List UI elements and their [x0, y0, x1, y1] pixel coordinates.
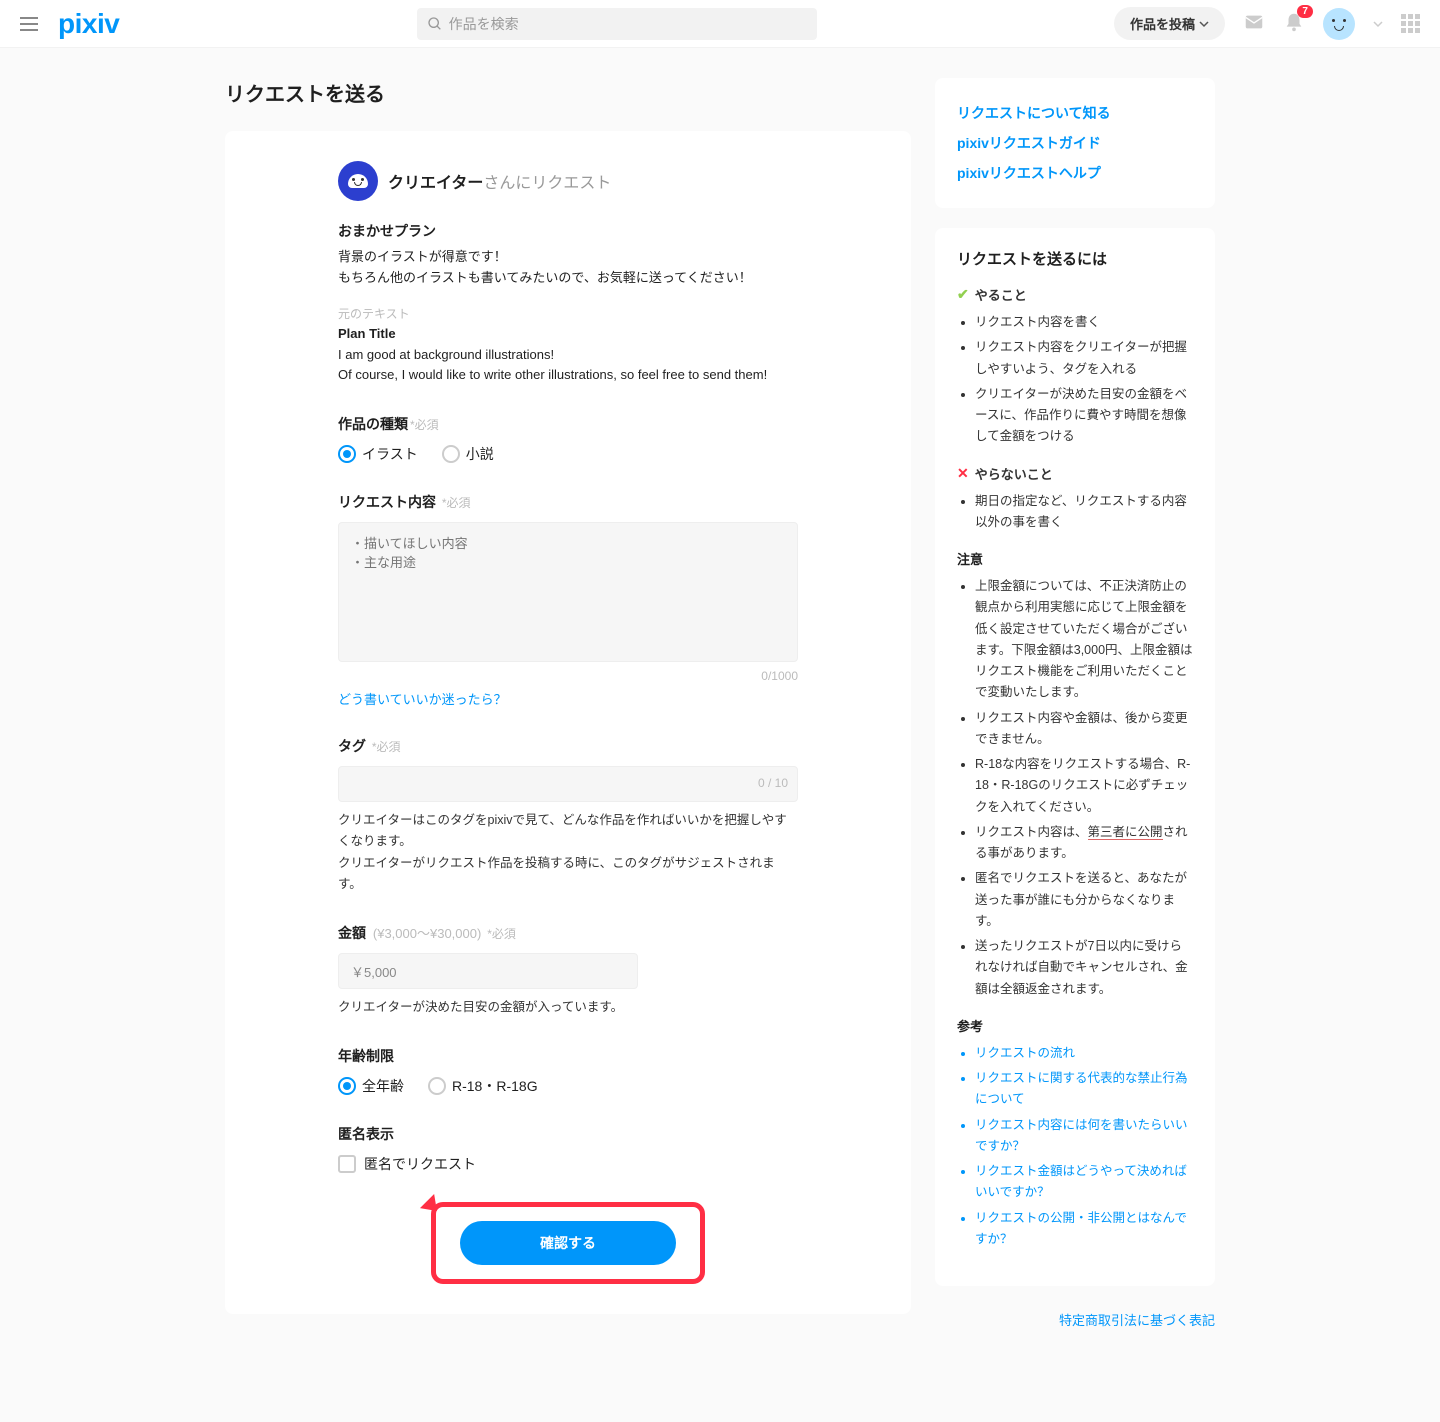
creator-avatar	[338, 161, 378, 201]
apps-icon[interactable]	[1401, 14, 1420, 33]
arrow-pointer-icon	[420, 1194, 444, 1218]
sidebar-link-help[interactable]: pixivリクエストヘルプ	[957, 158, 1193, 188]
radio-illust[interactable]: イラスト	[338, 444, 418, 464]
checkbox-box-icon	[338, 1155, 356, 1173]
list-item: リクエスト内容を書く	[975, 312, 1193, 333]
post-button-label: 作品を投稿	[1130, 14, 1195, 33]
age-restriction-label: 年齢制限	[338, 1046, 798, 1066]
plan-description-en: I am good at background illustrations! O…	[338, 345, 798, 387]
user-avatar[interactable]	[1323, 8, 1355, 40]
search-placeholder: 作品を検索	[449, 14, 519, 34]
sidebar-howto-card: リクエストを送るには ✔ やること リクエスト内容を書くリクエスト内容をクリエイ…	[935, 228, 1215, 1286]
logo[interactable]: pixiv	[58, 8, 119, 40]
radio-all-ages[interactable]: 全年齢	[338, 1076, 404, 1096]
list-item: 送ったリクエストが7日以内に受けられなければ自動でキャンセルされ、金額は全額返金…	[975, 936, 1193, 1000]
reference-heading: 参考	[957, 1016, 1193, 1035]
sidebar-link-guide[interactable]: pixivリクエストガイド	[957, 128, 1193, 158]
content-counter: 0/1000	[338, 669, 798, 683]
request-content-textarea[interactable]	[338, 522, 798, 662]
list-item[interactable]: リクエストに関する代表的な禁止行為について	[975, 1068, 1193, 1111]
list-item: リクエスト内容や金額は、後から変更できません。	[975, 708, 1193, 751]
radio-novel[interactable]: 小説	[442, 444, 494, 464]
amount-value: ￥5,000	[351, 962, 397, 981]
creator-suffix: さんにリクエスト	[483, 175, 611, 192]
chevron-down-icon[interactable]	[1373, 19, 1383, 29]
radio-r18[interactable]: R-18・R-18G	[428, 1076, 538, 1096]
work-type-label: 作品の種類*必須	[338, 414, 798, 434]
howto-title: リクエストを送るには	[957, 248, 1193, 269]
list-item: 匿名でリクエストを送ると、あなたが送った事が誰にも分からなくなります。	[975, 868, 1193, 932]
legal-link[interactable]: 特定商取引法に基づく表記	[1059, 1313, 1215, 1328]
list-item: 期日の指定など、リクエストする内容以外の事を書く	[975, 491, 1193, 534]
creator-name: クリエイター	[388, 175, 483, 192]
list-item: クリエイターが決めた目安の金額をベースに、作品作りに費やす時間を想像して金額をつ…	[975, 384, 1193, 448]
original-text-label: 元のテキスト	[338, 305, 798, 322]
sidebar-links-card: リクエストについて知る pixivリクエストガイド pixivリクエストヘルプ	[935, 78, 1215, 208]
check-icon: ✔	[957, 286, 969, 303]
tag-note: クリエイターはこのタグをpixivで見て、どんな作品を作ればいいかを把握しやすく…	[338, 810, 798, 895]
amount-label: 金額 (¥3,000〜¥30,000) *必須	[338, 923, 798, 943]
list-item: 上限金額については、不正決済防止の観点から利用実態に応じて上限金額を低く設定させ…	[975, 576, 1193, 704]
plan-title-en: Plan Title	[338, 326, 798, 341]
page-title: リクエストを送る	[225, 78, 911, 107]
tag-label: タグ *必須	[338, 736, 798, 756]
radio-circle-icon	[338, 1077, 356, 1095]
mail-icon[interactable]	[1243, 11, 1265, 36]
list-item[interactable]: リクエストの流れ	[975, 1043, 1193, 1064]
list-item[interactable]: リクエストの公開・非公開とはなんですか？	[975, 1208, 1193, 1251]
radio-novel-label: 小説	[466, 444, 494, 464]
cross-icon: ✕	[957, 465, 969, 482]
highlight-annotation: 確認する	[431, 1202, 705, 1284]
list-item[interactable]: リクエスト内容には何を書いたらいいですか？	[975, 1115, 1193, 1158]
list-item: リクエスト内容をクリエイターが把握しやすいよう、タグを入れる	[975, 337, 1193, 380]
radio-circle-icon	[338, 445, 356, 463]
radio-r18-label: R-18・R-18G	[452, 1076, 538, 1096]
plan-description: 背景のイラストが得意です！ もちろん他のイラストも書いてみたいので、お気軽に送っ…	[338, 247, 798, 289]
radio-circle-icon	[442, 445, 460, 463]
request-form-card: クリエイターさんにリクエスト おまかせプラン 背景のイラストが得意です！ もちろ…	[225, 131, 911, 1314]
bell-icon[interactable]: 7	[1283, 11, 1305, 36]
caution-heading: 注意	[957, 549, 1193, 568]
chevron-down-icon	[1199, 19, 1209, 29]
radio-illust-label: イラスト	[362, 444, 418, 464]
amount-note: クリエイターが決めた目安の金額が入っています。	[338, 997, 798, 1018]
list-item: リクエスト内容は、第三者に公開される事があります。	[975, 822, 1193, 865]
notification-badge: 7	[1297, 5, 1313, 18]
list-item[interactable]: リクエスト金額はどうやって決めればいいですか？	[975, 1161, 1193, 1204]
menu-icon[interactable]	[20, 17, 38, 31]
post-work-button[interactable]: 作品を投稿	[1114, 7, 1225, 40]
writing-help-link[interactable]: どう書いていいか迷ったら？	[338, 689, 507, 708]
amount-input[interactable]: ￥5,000	[338, 953, 638, 989]
anonymous-checkbox-label: 匿名でリクエスト	[364, 1154, 476, 1174]
dont-heading: ✕ やらないこと	[957, 464, 1193, 483]
plan-title: おまかせプラン	[338, 221, 798, 241]
request-content-label: リクエスト内容 *必須	[338, 492, 798, 512]
do-heading: ✔ やること	[957, 285, 1193, 304]
tag-input[interactable]	[338, 766, 798, 802]
tag-counter: 0 / 10	[758, 776, 788, 790]
anonymous-label: 匿名表示	[338, 1124, 798, 1144]
search-input[interactable]: 作品を検索	[417, 8, 817, 40]
search-icon	[427, 16, 443, 32]
anonymous-checkbox[interactable]: 匿名でリクエスト	[338, 1154, 798, 1174]
list-item: R-18な内容をリクエストする場合、R-18・R-18Gのリクエストに必ずチェッ…	[975, 754, 1193, 818]
confirm-button[interactable]: 確認する	[460, 1221, 676, 1265]
radio-circle-icon	[428, 1077, 446, 1095]
radio-all-ages-label: 全年齢	[362, 1076, 404, 1096]
sidebar-link-about[interactable]: リクエストについて知る	[957, 98, 1193, 128]
